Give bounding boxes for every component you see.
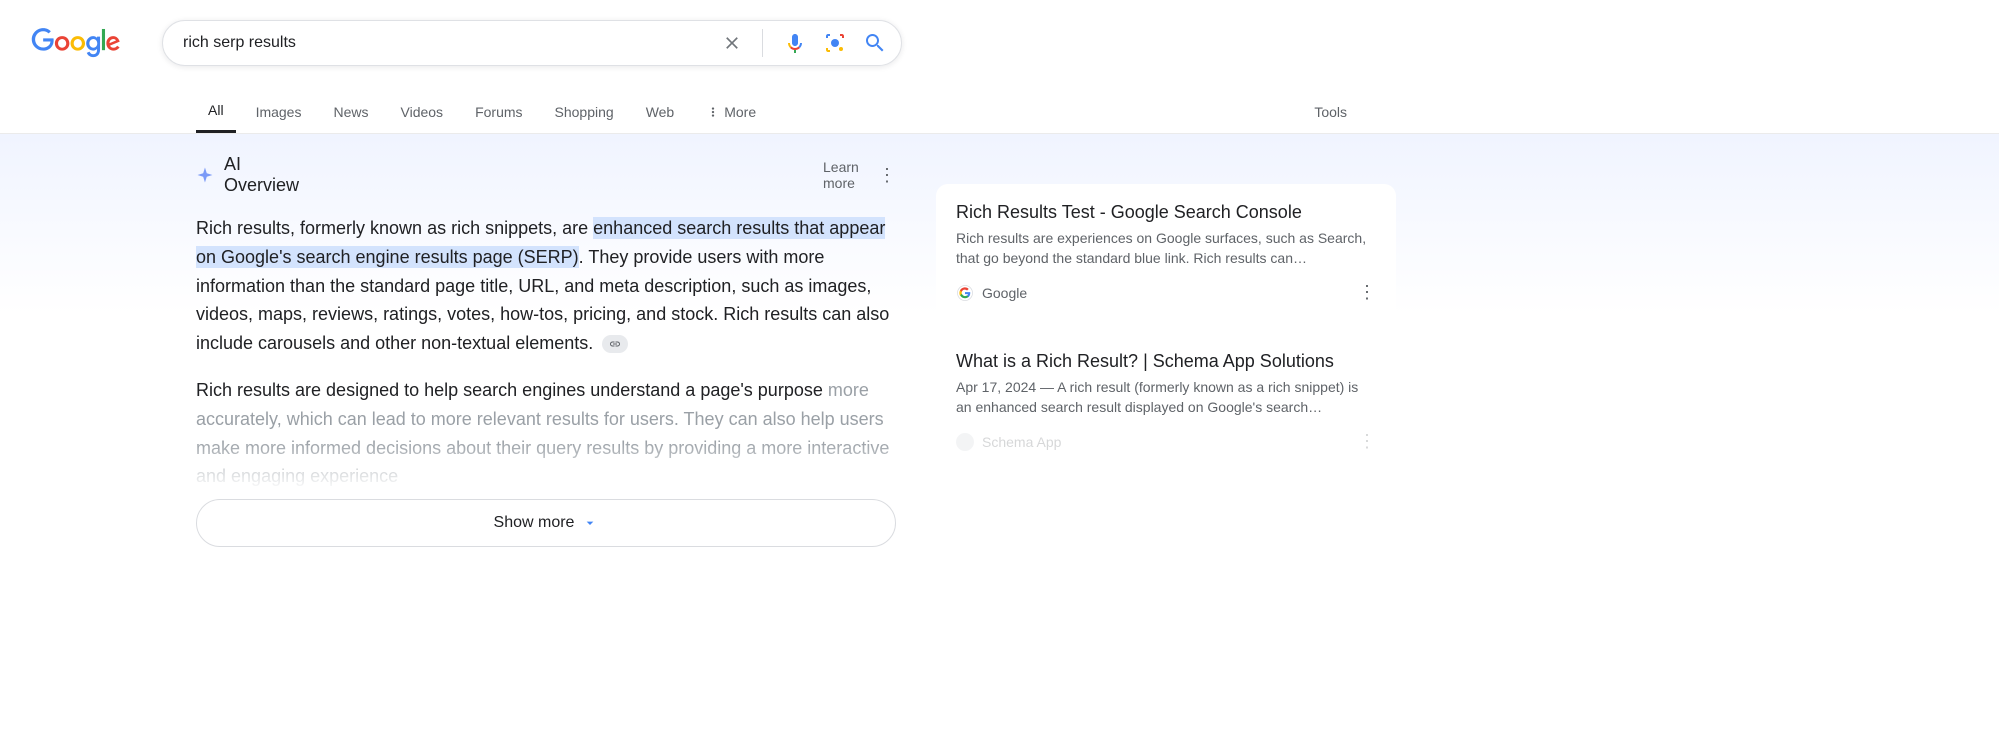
google-logo[interactable]	[30, 28, 122, 58]
tab-all[interactable]: All	[196, 90, 236, 133]
search-bar[interactable]	[162, 20, 902, 66]
tab-shopping[interactable]: Shopping	[543, 92, 626, 132]
ai-overview-title: AI Overview	[224, 154, 303, 196]
card-description: Rich results are experiences on Google s…	[956, 229, 1376, 268]
tab-forums[interactable]: Forums	[463, 92, 534, 132]
lens-icon[interactable]	[823, 31, 847, 55]
card-source-name: Schema App	[982, 434, 1061, 450]
google-favicon-icon	[956, 284, 974, 302]
dots-vertical-icon	[706, 105, 720, 119]
mic-icon[interactable]	[783, 31, 807, 55]
card-description: Apr 17, 2024 — A rich result (formerly k…	[956, 378, 1376, 417]
search-input[interactable]	[183, 34, 722, 52]
learn-more-link[interactable]: Learn more	[823, 159, 870, 191]
tab-more[interactable]: More	[694, 92, 768, 132]
card-menu-icon[interactable]: ⋮	[1358, 431, 1376, 452]
tab-images[interactable]: Images	[244, 92, 314, 132]
card-source-name: Google	[982, 285, 1027, 301]
citation-link-icon[interactable]	[602, 335, 628, 353]
ai-overview-body: Rich results, formerly known as rich sni…	[196, 214, 896, 491]
result-card[interactable]: What is a Rich Result? | Schema App Solu…	[936, 333, 1396, 470]
chevron-down-icon	[582, 515, 598, 531]
card-menu-icon[interactable]: ⋮	[1358, 282, 1376, 303]
sparkle-icon	[196, 164, 214, 186]
tab-videos[interactable]: Videos	[389, 92, 456, 132]
search-icon[interactable]	[863, 31, 887, 55]
show-more-button[interactable]: Show more	[196, 499, 896, 547]
card-title: What is a Rich Result? | Schema App Solu…	[956, 351, 1376, 372]
clear-icon[interactable]	[722, 33, 742, 53]
ai-menu-icon[interactable]: ⋮	[878, 165, 896, 186]
card-title: Rich Results Test - Google Search Consol…	[956, 202, 1376, 223]
tools-button[interactable]: Tools	[1302, 92, 1359, 132]
result-card[interactable]: Rich Results Test - Google Search Consol…	[936, 184, 1396, 321]
tab-web[interactable]: Web	[634, 92, 687, 132]
source-favicon-icon	[956, 433, 974, 451]
tab-news[interactable]: News	[321, 92, 380, 132]
tabs-bar: All Images News Videos Forums Shopping W…	[0, 90, 1999, 134]
